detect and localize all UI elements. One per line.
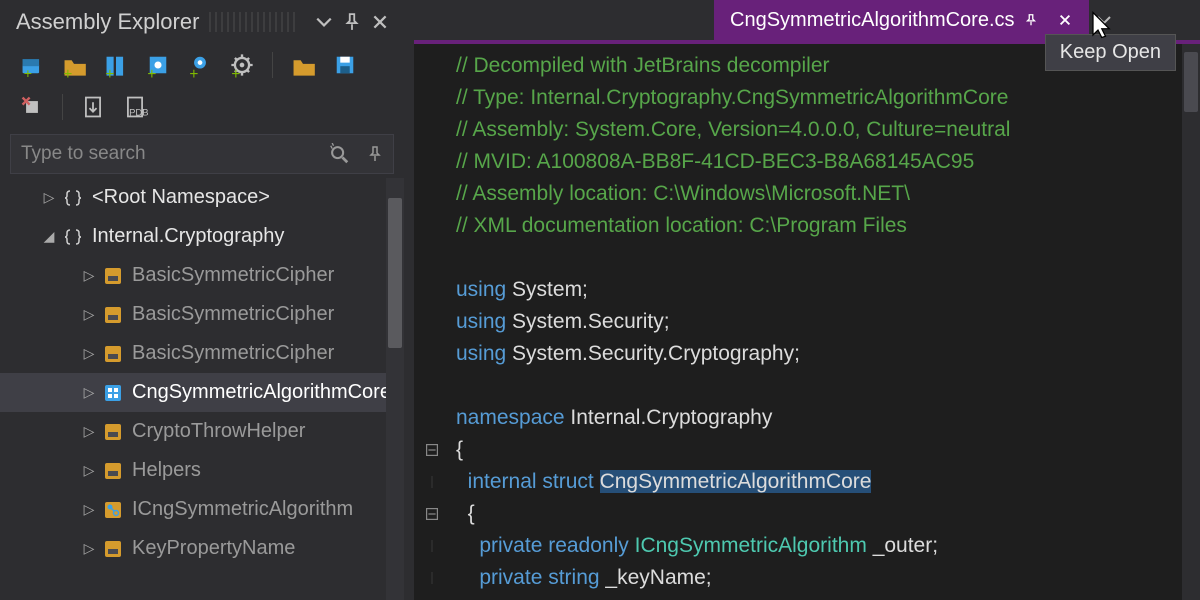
- search-bar: [10, 134, 394, 174]
- remove-button[interactable]: [14, 89, 50, 125]
- code-editor[interactable]: // Decompiled with JetBrains decompiler/…: [414, 40, 1200, 600]
- tree-node-label: KeyPropertyName: [132, 537, 295, 560]
- mouse-cursor: [1090, 10, 1116, 45]
- tree-node-label: Internal.Cryptography: [92, 225, 284, 248]
- svg-text:+: +: [147, 66, 156, 78]
- save-button[interactable]: [327, 47, 363, 83]
- iface-icon: [100, 497, 126, 523]
- svg-text:+: +: [24, 66, 32, 78]
- dir-button[interactable]: [285, 47, 321, 83]
- editor-scrollbar[interactable]: [1182, 44, 1200, 600]
- toolbar-row-2: PDB: [0, 86, 404, 128]
- add-source-button[interactable]: +: [182, 47, 218, 83]
- tree-node[interactable]: ▷ Helpers: [0, 451, 404, 490]
- tree-node[interactable]: ▷ KeyPropertyName: [0, 529, 404, 568]
- tree-node[interactable]: ▷ BasicSymmetricCipher: [0, 334, 404, 373]
- svg-text:PDB: PDB: [129, 107, 148, 118]
- expand-arrow-icon[interactable]: ▷: [80, 462, 98, 479]
- expand-arrow-icon[interactable]: ▷: [40, 189, 58, 206]
- assembly-tree[interactable]: ▷ <Root Namespace> ◢ Internal.Cryptography ▷…: [0, 178, 404, 600]
- class-y-icon: [100, 458, 126, 484]
- expand-arrow-icon[interactable]: ▷: [80, 501, 98, 518]
- tree-node-label: CryptoThrowHelper: [132, 420, 305, 443]
- export-button[interactable]: [75, 89, 111, 125]
- add-assemblies-button[interactable]: +: [98, 47, 134, 83]
- settings-button[interactable]: +: [224, 47, 260, 83]
- add-nuget-button[interactable]: +: [140, 47, 176, 83]
- tree-scrollbar[interactable]: [386, 178, 404, 600]
- tree-node[interactable]: ▷ BasicSymmetricCipher: [0, 295, 404, 334]
- class-y-icon: [100, 341, 126, 367]
- tree-node-label: BasicSymmetricCipher: [132, 264, 334, 287]
- expand-arrow-icon[interactable]: ▷: [80, 267, 98, 284]
- tree-node[interactable]: ◢ Internal.Cryptography: [0, 217, 404, 256]
- tab-close-icon[interactable]: [1051, 6, 1079, 34]
- pdb-button[interactable]: PDB: [117, 89, 153, 125]
- tree-node[interactable]: ▷ <Root Namespace>: [0, 178, 404, 217]
- panel-title: Assembly Explorer: [16, 9, 199, 35]
- add-folder-button[interactable]: +: [56, 47, 92, 83]
- toolbar-row-1: + + + + + +: [0, 44, 404, 86]
- svg-text:+: +: [231, 66, 240, 78]
- open-button[interactable]: +: [14, 47, 50, 83]
- tree-node-label: ICngSymmetricAlgorithm: [132, 498, 353, 521]
- tree-node[interactable]: ▷ CryptoThrowHelper: [0, 412, 404, 451]
- search-input[interactable]: [11, 143, 321, 165]
- panel-grip: [209, 12, 298, 32]
- tab-label: CngSymmetricAlgorithmCore.cs: [730, 9, 1015, 32]
- tree-node-label: <Root Namespace>: [92, 186, 270, 209]
- class-y-icon: [100, 419, 126, 445]
- expand-arrow-icon[interactable]: ◢: [40, 228, 58, 245]
- braces-icon: [60, 224, 86, 250]
- svg-text:+: +: [189, 66, 198, 78]
- class-y-icon: [100, 263, 126, 289]
- tree-node[interactable]: ▷ BasicSymmetricCipher: [0, 256, 404, 295]
- expand-arrow-icon[interactable]: ▷: [80, 306, 98, 323]
- tab-active[interactable]: CngSymmetricAlgorithmCore.cs: [714, 0, 1089, 40]
- tab-keep-open-icon[interactable]: [1021, 6, 1041, 34]
- search-pin-icon[interactable]: [357, 146, 393, 162]
- tree-node-label: Helpers: [132, 459, 201, 482]
- tree-node-label: CngSymmetricAlgorithmCore: [132, 381, 391, 404]
- panel-menu-icon[interactable]: [312, 10, 336, 34]
- close-icon[interactable]: [368, 10, 392, 34]
- editor-gutter[interactable]: [414, 44, 450, 600]
- editor-code[interactable]: // Decompiled with JetBrains decompiler/…: [450, 44, 1200, 600]
- braces-icon: [60, 185, 86, 211]
- struct-icon: [100, 380, 126, 406]
- class-y-icon: [100, 302, 126, 328]
- search-icon[interactable]: [321, 143, 357, 165]
- pin-icon[interactable]: [340, 10, 364, 34]
- tree-node[interactable]: ▷ ICngSymmetricAlgorithm: [0, 490, 404, 529]
- svg-text:+: +: [105, 66, 114, 78]
- class-y-icon: [100, 536, 126, 562]
- tree-node-label: BasicSymmetricCipher: [132, 303, 334, 326]
- panel-header: Assembly Explorer: [0, 0, 404, 44]
- expand-arrow-icon[interactable]: ▷: [80, 384, 98, 401]
- expand-arrow-icon[interactable]: ▷: [80, 345, 98, 362]
- svg-text:+: +: [63, 66, 72, 78]
- expand-arrow-icon[interactable]: ▷: [80, 540, 98, 557]
- tree-node[interactable]: ▷ CngSymmetricAlgorithmCore: [0, 373, 404, 412]
- expand-arrow-icon[interactable]: ▷: [80, 423, 98, 440]
- tree-node-label: BasicSymmetricCipher: [132, 342, 334, 365]
